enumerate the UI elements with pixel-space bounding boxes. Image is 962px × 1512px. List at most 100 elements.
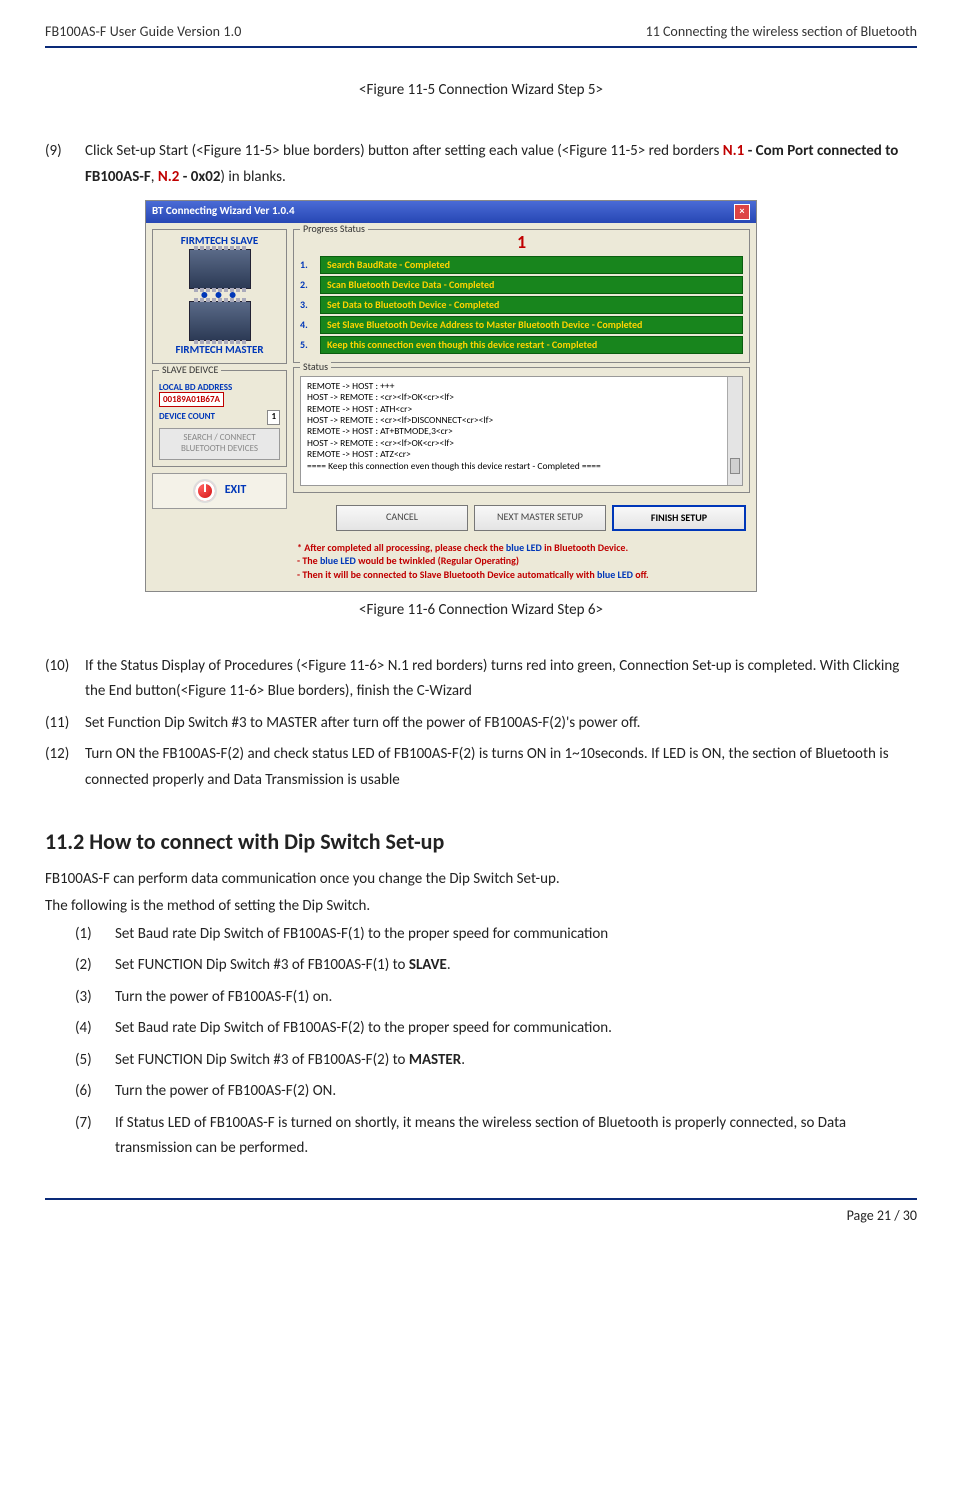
page-header: FB100AS-F User Guide Version 1.0 11 Conn…	[45, 20, 917, 44]
step-10: (10) If the Status Display of Procedures…	[45, 654, 917, 705]
note-blue: blue LED	[597, 568, 633, 581]
step-9-n1: N.1	[723, 142, 745, 160]
list-item-5: (5) Set FUNCTION Dip Switch #3 of FB100A…	[75, 1048, 917, 1074]
step-9-text-a: Click Set-up Start (<Figure 11-5> blue b…	[85, 142, 723, 160]
list-item-1: (1) Set Baud rate Dip Switch of FB100AS-…	[75, 922, 917, 948]
wizard-window: BT Connecting Wizard Ver 1.0.4 × FIRMTEC…	[145, 200, 757, 592]
prog-bar: Scan Bluetooth Device Data - Completed	[320, 276, 743, 294]
header-right: 11 Connecting the wireless section of Bl…	[646, 20, 917, 44]
step-9-number: (9)	[45, 139, 85, 190]
slave-master-panel: FIRMTECH SLAVE • • • FIRMTECH MASTER	[152, 229, 287, 363]
wizard-button-row: CANCEL NEXT MASTER SETUP FINISH SETUP	[293, 505, 746, 531]
section-11-2-heading: 11.2 How to connect with Dip Switch Set-…	[45, 823, 917, 860]
prog-num: 5.	[300, 339, 314, 351]
list-item-7-number: (7)	[75, 1111, 115, 1162]
section-p2: The following is the method of setting t…	[45, 894, 917, 920]
note-3b: off.	[633, 568, 649, 581]
search-connect-button[interactable]: SEARCH / CONNECT BLUETOOTH DEVICES	[159, 428, 280, 460]
step-9-text-b: ) in blanks.	[220, 168, 285, 186]
chip-icon	[189, 301, 251, 341]
prog-num: 1.	[300, 259, 314, 271]
step-9-dash1: -	[744, 142, 755, 160]
step-11-number: (11)	[45, 711, 85, 737]
step-12: (12) Turn ON the FB100AS-F(2) and check …	[45, 742, 917, 793]
prog-bar: Set Slave Bluetooth Device Address to Ma…	[320, 316, 743, 334]
list-item-4-number: (4)	[75, 1016, 115, 1042]
prog-bar: Set Data to Bluetooth Device - Completed	[320, 296, 743, 314]
exit-label: EXIT	[225, 483, 247, 497]
step-12-text: Turn ON the FB100AS-F(2) and check statu…	[85, 742, 917, 793]
red-annotation-1: 1	[300, 232, 743, 254]
list-item-5c: .	[461, 1051, 465, 1069]
step-9-b2: 0x02	[191, 168, 221, 186]
finish-setup-button[interactable]: FINISH SETUP	[612, 505, 746, 531]
header-left: FB100AS-F User Guide Version 1.0	[45, 20, 241, 44]
step-10-number: (10)	[45, 654, 85, 705]
status-group: Status REMOTE -> HOST : +++ HOST -> REMO…	[293, 367, 750, 493]
list-item-6-text: Turn the power of FB100AS-F(2) ON.	[115, 1079, 917, 1105]
note-1a: * After completed all processing, please…	[297, 541, 506, 554]
wizard-right-col: Progress Status 1 1.Search BaudRate - Co…	[293, 229, 750, 585]
cancel-button[interactable]: CANCEL	[336, 505, 468, 531]
status-line: ==== Keep this connection even though th…	[307, 461, 736, 472]
step-9-comma: ,	[151, 168, 158, 186]
list-item-4-text: Set Baud rate Dip Switch of FB100AS-F(2)…	[115, 1016, 917, 1042]
device-count-value: 1	[267, 410, 280, 425]
list-item-7: (7) If Status LED of FB100AS-F is turned…	[75, 1111, 917, 1162]
figure-11-6-wrap: BT Connecting Wizard Ver 1.0.4 × FIRMTEC…	[45, 200, 917, 592]
step-12-number: (12)	[45, 742, 85, 793]
list-item-7-text: If Status LED of FB100AS-F is turned on …	[115, 1111, 917, 1162]
list-item-2-bold: SLAVE	[409, 956, 447, 974]
list-item-5a: Set FUNCTION Dip Switch #3 of FB100AS-F(…	[115, 1051, 409, 1069]
footer-rule	[45, 1198, 917, 1200]
scroll-thumb[interactable]	[730, 458, 740, 474]
list-item-1-text: Set Baud rate Dip Switch of FB100AS-F(1)…	[115, 922, 917, 948]
status-line: HOST -> REMOTE : <cr><lf>OK<cr><lf>	[307, 392, 736, 403]
note-blue: blue LED	[506, 541, 542, 554]
list-item-5-number: (5)	[75, 1048, 115, 1074]
prog-bar: Search BaudRate - Completed	[320, 256, 743, 274]
wizard-left-col: FIRMTECH SLAVE • • • FIRMTECH MASTER SLA…	[152, 229, 287, 585]
slave-device-group: SLAVE DEIVCE LOCAL BD ADDRESS 00189A01B6…	[152, 370, 287, 467]
step-9-n2: N.2	[158, 168, 180, 186]
list-item-4: (4) Set Baud rate Dip Switch of FB100AS-…	[75, 1016, 917, 1042]
list-item-2-number: (2)	[75, 953, 115, 979]
status-textarea[interactable]: REMOTE -> HOST : +++ HOST -> REMOTE : <c…	[300, 376, 743, 486]
note-blue: blue LED	[320, 554, 356, 567]
wizard-titlebar: BT Connecting Wizard Ver 1.0.4 ×	[146, 201, 756, 223]
step-11: (11) Set Function Dip Switch #3 to MASTE…	[45, 711, 917, 737]
slave-device-group-title: SLAVE DEIVCE	[159, 364, 221, 376]
list-item-5-bold: MASTER	[409, 1051, 461, 1069]
step-9: (9) Click Set-up Start (<Figure 11-5> bl…	[45, 139, 917, 190]
figure-11-5-caption: <Figure 11-5 Connection Wizard Step 5>	[45, 78, 917, 104]
list-item-3-number: (3)	[75, 985, 115, 1011]
list-item-2a: Set FUNCTION Dip Switch #3 of FB100AS-F(…	[115, 956, 409, 974]
close-icon[interactable]: ×	[734, 204, 750, 220]
list-item-6: (6) Turn the power of FB100AS-F(2) ON.	[75, 1079, 917, 1105]
prog-num: 3.	[300, 299, 314, 311]
master-label: FIRMTECH MASTER	[159, 343, 280, 356]
progress-status-title: Progress Status	[300, 223, 368, 235]
wizard-note: * After completed all processing, please…	[297, 541, 746, 582]
prog-num: 2.	[300, 279, 314, 291]
status-group-title: Status	[300, 361, 331, 373]
bd-address-value: 00189A01B67A	[159, 392, 224, 407]
scrollbar[interactable]	[727, 377, 742, 485]
power-icon	[193, 479, 217, 503]
next-master-setup-button[interactable]: NEXT MASTER SETUP	[474, 505, 606, 531]
wizard-title: BT Connecting Wizard Ver 1.0.4	[152, 204, 295, 220]
document-page: FB100AS-F User Guide Version 1.0 11 Conn…	[0, 0, 962, 1258]
wizard-body: FIRMTECH SLAVE • • • FIRMTECH MASTER SLA…	[146, 223, 756, 591]
step-9-text: Click Set-up Start (<Figure 11-5> blue b…	[85, 139, 917, 190]
section-p1: FB100AS-F can perform data communication…	[45, 867, 917, 893]
chip-icon	[189, 249, 251, 289]
note-3a: - Then it will be connected to Slave Blu…	[297, 568, 597, 581]
note-2a: - The	[297, 554, 320, 567]
list-item-5-text: Set FUNCTION Dip Switch #3 of FB100AS-F(…	[115, 1048, 917, 1074]
list-item-1-number: (1)	[75, 922, 115, 948]
step-11-text: Set Function Dip Switch #3 to MASTER aft…	[85, 711, 917, 737]
prog-bar: Keep this connection even though this de…	[320, 336, 743, 354]
exit-button[interactable]: EXIT	[152, 473, 287, 509]
list-item-2-text: Set FUNCTION Dip Switch #3 of FB100AS-F(…	[115, 953, 917, 979]
device-count-label: DEVICE COUNT	[159, 412, 215, 423]
